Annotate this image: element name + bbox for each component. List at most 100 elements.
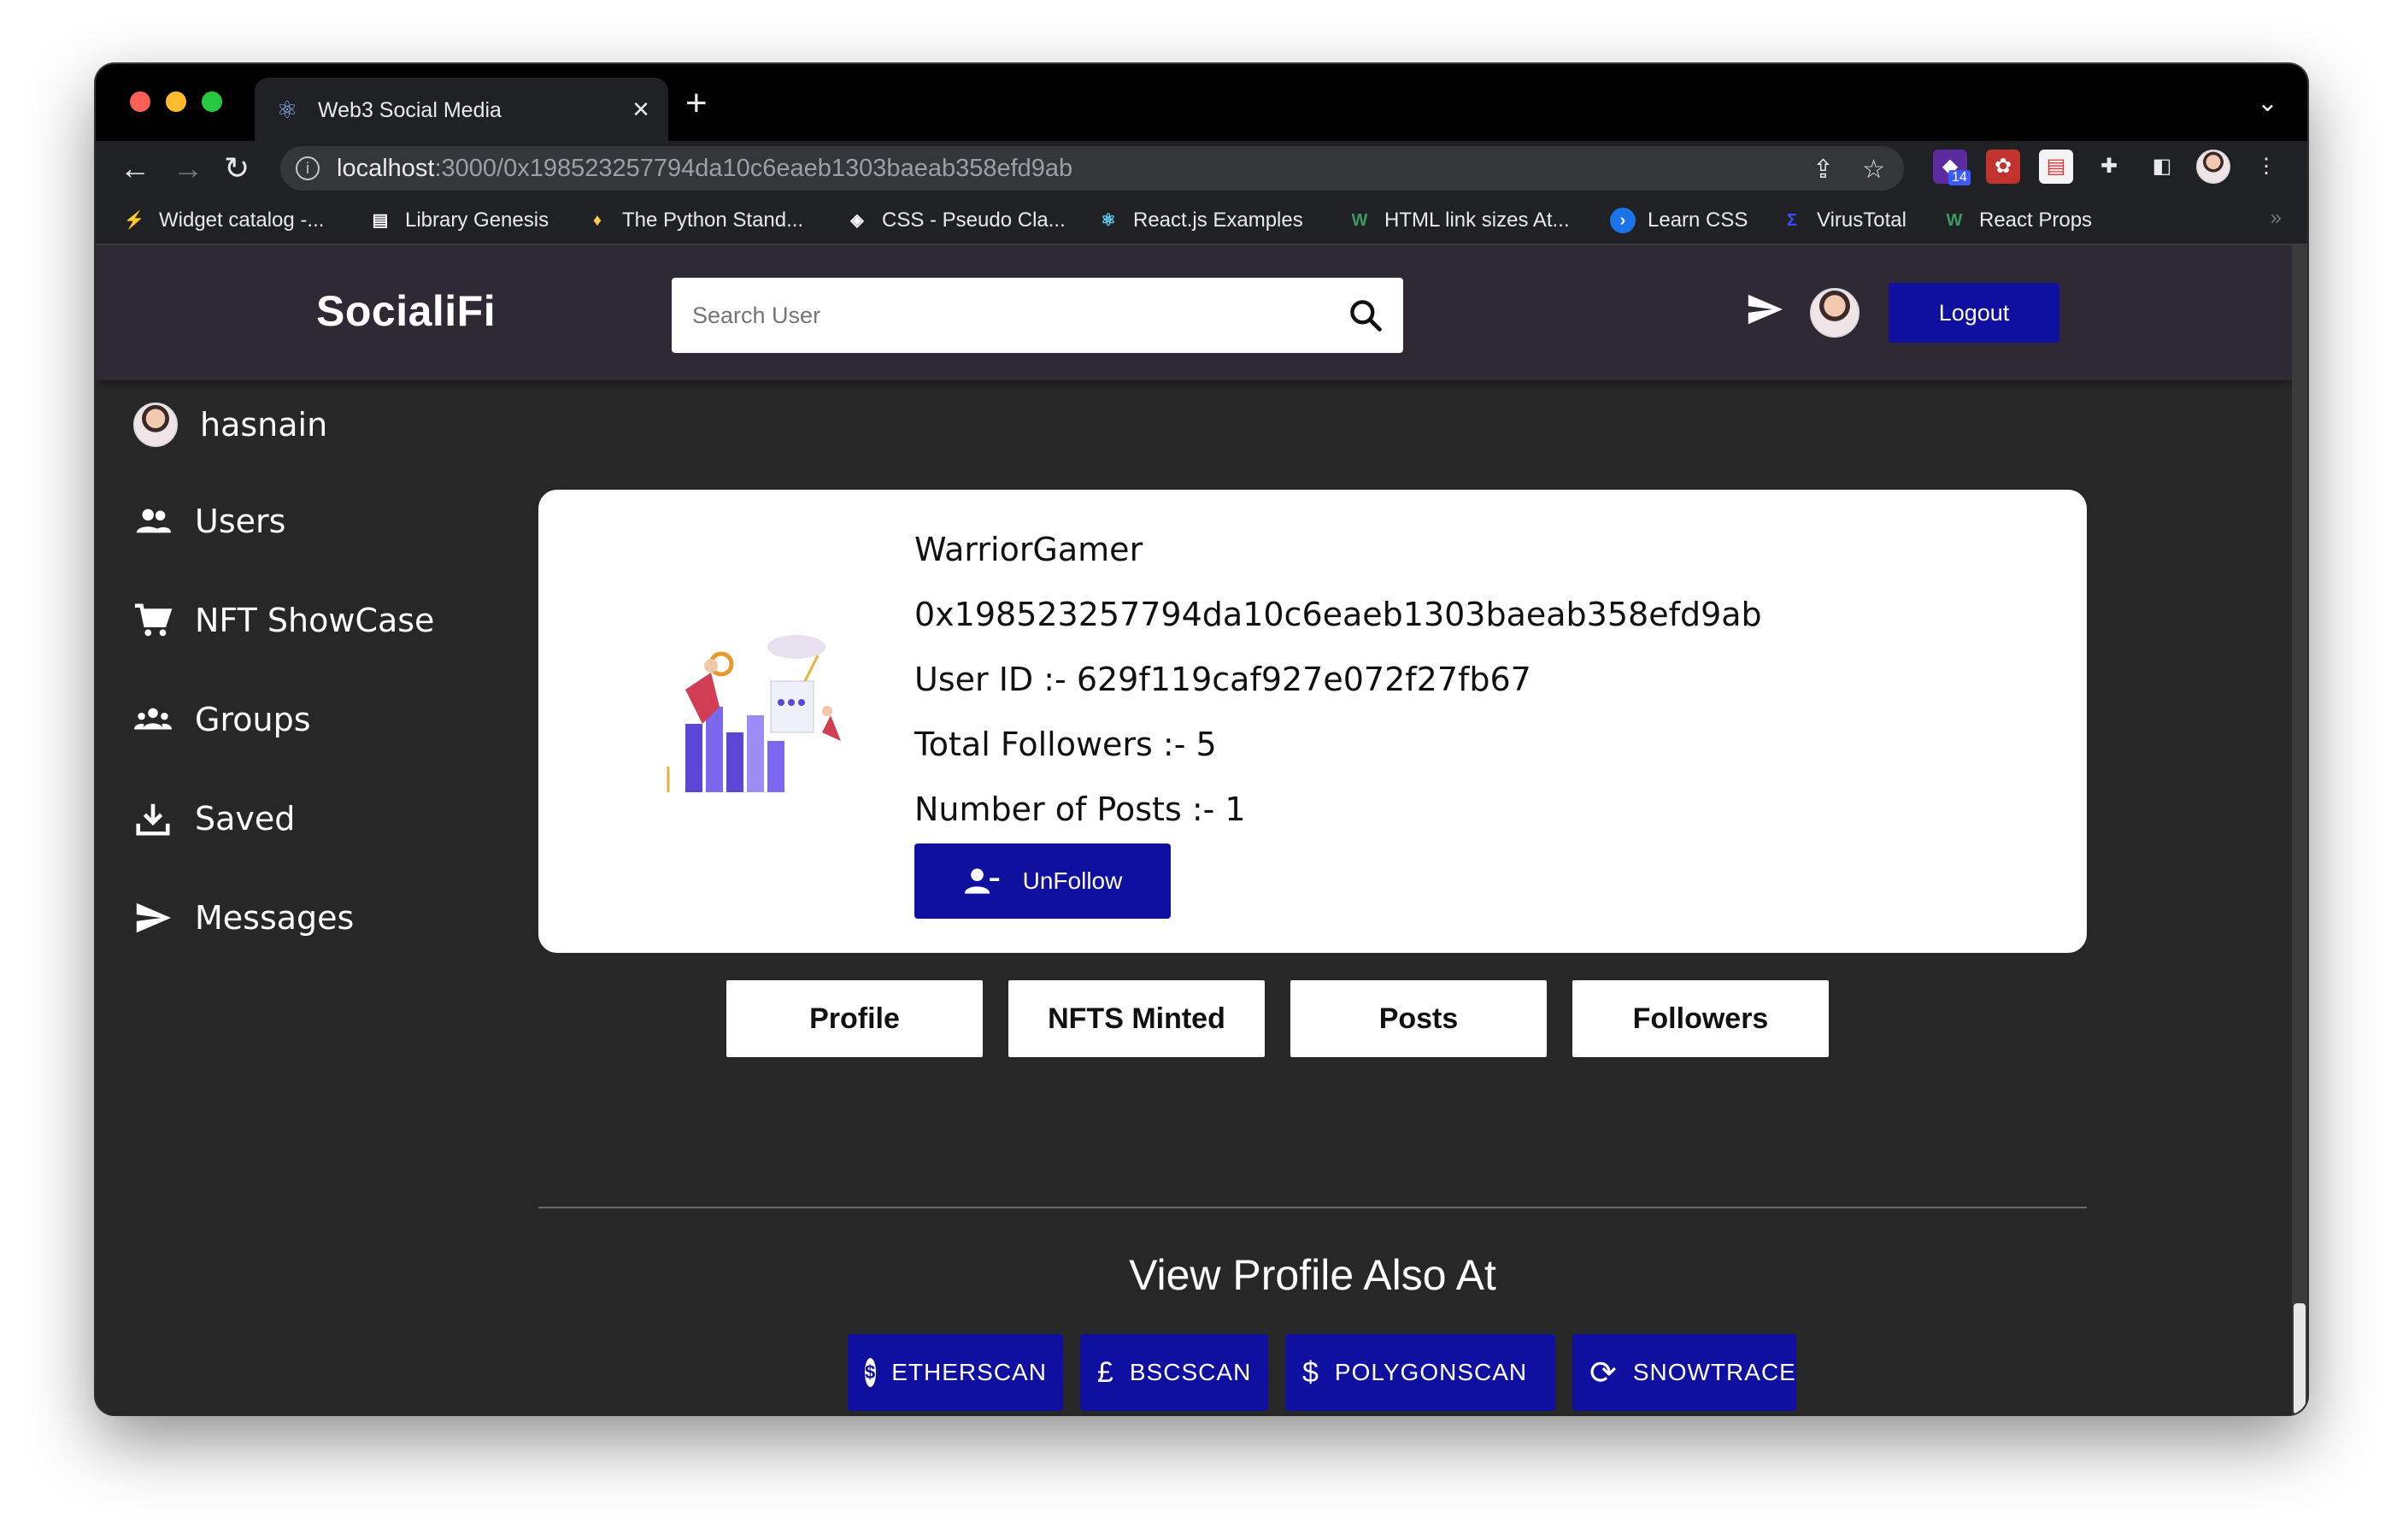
web-page: SocialiFi Logout hasnain Users NFT ShowC… bbox=[96, 245, 2307, 1414]
maximize-window-button[interactable] bbox=[202, 91, 222, 112]
flutter-icon: ⚡ bbox=[123, 211, 145, 230]
sidebar-item-users[interactable]: Users bbox=[133, 502, 285, 541]
profile-posts: Number of Posts :- 1 bbox=[914, 791, 1246, 828]
react-icon: ⚛ bbox=[276, 97, 298, 123]
profile-name: WarriorGamer bbox=[914, 531, 1143, 568]
currency-exchange-icon: ⟳ bbox=[1589, 1355, 1618, 1391]
bscscan-button[interactable]: £ BSCSCAN bbox=[1080, 1334, 1268, 1411]
profile-card: WarriorGamer 0x198523257794da10c6eaeb130… bbox=[538, 490, 2087, 953]
address-bar[interactable]: i localhost:3000/0x198523257794da10c6eae… bbox=[280, 146, 1904, 191]
cart-icon bbox=[134, 603, 173, 637]
profile-user-id: User ID :- 629f119caf927e072f27fb67 bbox=[914, 661, 1531, 698]
sidebar-avatar bbox=[133, 403, 178, 447]
bookmark-item[interactable]: W React Props bbox=[1942, 208, 2093, 233]
logout-button[interactable]: Logout bbox=[1889, 283, 2059, 343]
bookmark-item[interactable]: W HTML link sizes At... bbox=[1347, 208, 1570, 233]
search-icon[interactable] bbox=[1347, 297, 1384, 334]
scrollbar[interactable] bbox=[2292, 245, 2307, 1414]
etherscan-button[interactable]: $ ETHERSCAN bbox=[848, 1334, 1063, 1411]
groups-icon bbox=[133, 708, 173, 730]
sidebar-username: hasnain bbox=[200, 406, 328, 444]
minimize-window-button[interactable] bbox=[166, 91, 186, 112]
send-icon bbox=[136, 902, 172, 933]
w3-icon: W bbox=[1946, 211, 1963, 230]
extension-icon[interactable]: ✿ bbox=[1986, 150, 2020, 184]
bookmarks-bar: ⚡ Widget catalog -... ▤ Library Genesis ♦ T… bbox=[96, 196, 2307, 245]
browser-tab[interactable]: ⚛ Web3 Social Media × bbox=[255, 78, 668, 141]
profile-avatar[interactable] bbox=[2196, 150, 2230, 184]
more-bookmarks-icon[interactable]: » bbox=[2271, 206, 2282, 230]
sidebar-item-saved[interactable]: Saved bbox=[133, 799, 295, 838]
tab-nfts-minted[interactable]: NFTS Minted bbox=[1008, 980, 1265, 1057]
view-profile-heading: View Profile Also At bbox=[1129, 1251, 1496, 1299]
react-icon: ⚛ bbox=[1101, 211, 1116, 230]
sidebar-item-label: NFT ShowCase bbox=[195, 602, 435, 639]
sidebar-item-nft-showcase[interactable]: NFT ShowCase bbox=[133, 601, 434, 640]
new-tab-button[interactable]: + bbox=[685, 85, 708, 122]
share-icon[interactable]: ⇪ bbox=[1813, 155, 1834, 185]
extension-icon[interactable]: ▤ bbox=[2039, 150, 2073, 184]
w3-icon: W bbox=[1351, 211, 1368, 230]
person-remove-icon bbox=[964, 868, 999, 894]
sidebar-item-label: Groups bbox=[195, 701, 311, 738]
dollar-icon: $ bbox=[1302, 1355, 1319, 1389]
send-icon[interactable] bbox=[1743, 290, 1786, 329]
bookmark-item[interactable]: ▤ Library Genesis bbox=[367, 208, 549, 233]
sidebar-item-groups[interactable]: Groups bbox=[133, 700, 311, 739]
app-logo[interactable]: SocialiFi bbox=[316, 286, 496, 336]
url-text: localhost:3000/0x198523257794da10c6eaeb1… bbox=[337, 155, 1073, 182]
download-icon bbox=[136, 803, 170, 836]
sidebar-item-label: Users bbox=[195, 503, 286, 540]
reload-button[interactable]: ↻ bbox=[224, 150, 250, 187]
python-icon: ♦ bbox=[592, 211, 602, 230]
book-icon: ▤ bbox=[372, 211, 389, 230]
browser-toolbar: ← → ↻ i localhost:3000/0x198523257794da1… bbox=[96, 141, 2307, 196]
sidebar-item-label: Messages bbox=[195, 899, 355, 937]
back-button[interactable]: ← bbox=[120, 150, 150, 187]
profile-address: 0x198523257794da10c6eaeb1303baeab358efd9… bbox=[914, 596, 1762, 633]
puzzle-icon[interactable]: ✚ bbox=[2092, 150, 2126, 184]
extension-badge: 14 bbox=[1948, 170, 1971, 185]
sidebar-item-label: Saved bbox=[195, 800, 296, 838]
title-bar: ⚛ Web3 Social Media × + ⌄ bbox=[96, 64, 2307, 141]
pound-icon: £ bbox=[1097, 1355, 1114, 1389]
unfollow-label: UnFollow bbox=[1022, 867, 1123, 894]
polygonscan-button[interactable]: $ POLYGONSCAN bbox=[1285, 1334, 1555, 1411]
virustotal-icon: Σ bbox=[1786, 211, 1797, 230]
learn-css-icon: › bbox=[1610, 208, 1636, 233]
browser-window: ⚛ Web3 Social Media × + ⌄ ← → ↻ i localh… bbox=[96, 64, 2307, 1414]
divider bbox=[538, 1207, 2087, 1208]
tab-posts[interactable]: Posts bbox=[1290, 980, 1547, 1057]
analytics-illustration bbox=[667, 635, 841, 792]
bookmark-item[interactable]: ◈ CSS - Pseudo Cla... bbox=[844, 208, 1065, 233]
menu-icon[interactable]: ⋮ bbox=[2249, 150, 2283, 184]
bookmark-item[interactable]: ⚡ Widget catalog -... bbox=[121, 208, 325, 233]
search-input[interactable] bbox=[692, 297, 1342, 334]
user-avatar[interactable] bbox=[1810, 288, 1860, 338]
bookmark-item[interactable]: Σ VirusTotal bbox=[1779, 208, 1907, 233]
forward-button[interactable]: → bbox=[173, 150, 203, 187]
profile-followers: Total Followers :- 5 bbox=[914, 726, 1217, 763]
sidebar-item-messages[interactable]: Messages bbox=[133, 898, 354, 938]
unfollow-button[interactable]: UnFollow bbox=[914, 843, 1171, 919]
tab-close-icon[interactable]: × bbox=[632, 93, 649, 126]
chevron-down-icon[interactable]: ⌄ bbox=[2257, 88, 2278, 118]
bookmark-item[interactable]: › Learn CSS bbox=[1610, 208, 1748, 233]
bookmark-star-icon[interactable]: ☆ bbox=[1862, 155, 1885, 185]
side-panel-icon[interactable]: ◧ bbox=[2145, 150, 2179, 184]
app-header: SocialiFi Logout bbox=[96, 245, 2292, 380]
users-icon bbox=[136, 508, 172, 533]
search-box bbox=[672, 278, 1403, 353]
tab-followers[interactable]: Followers bbox=[1572, 980, 1829, 1057]
tab-profile[interactable]: Profile bbox=[726, 980, 983, 1057]
bookmark-item[interactable]: ♦ The Python Stand... bbox=[585, 208, 803, 233]
tab-title: Web3 Social Media bbox=[318, 98, 502, 122]
dollar-circle-icon: $ bbox=[865, 1358, 877, 1387]
css-icon: ◈ bbox=[850, 211, 864, 230]
sidebar-profile[interactable]: hasnain bbox=[133, 403, 327, 447]
info-icon[interactable]: i bbox=[296, 156, 320, 180]
snowtrace-button[interactable]: ⟳ SNOWTRACE bbox=[1572, 1334, 1796, 1411]
scrollbar-thumb[interactable] bbox=[2294, 1303, 2306, 1414]
bookmark-item[interactable]: ⚛ React.js Examples bbox=[1096, 208, 1303, 233]
close-window-button[interactable] bbox=[130, 91, 150, 112]
